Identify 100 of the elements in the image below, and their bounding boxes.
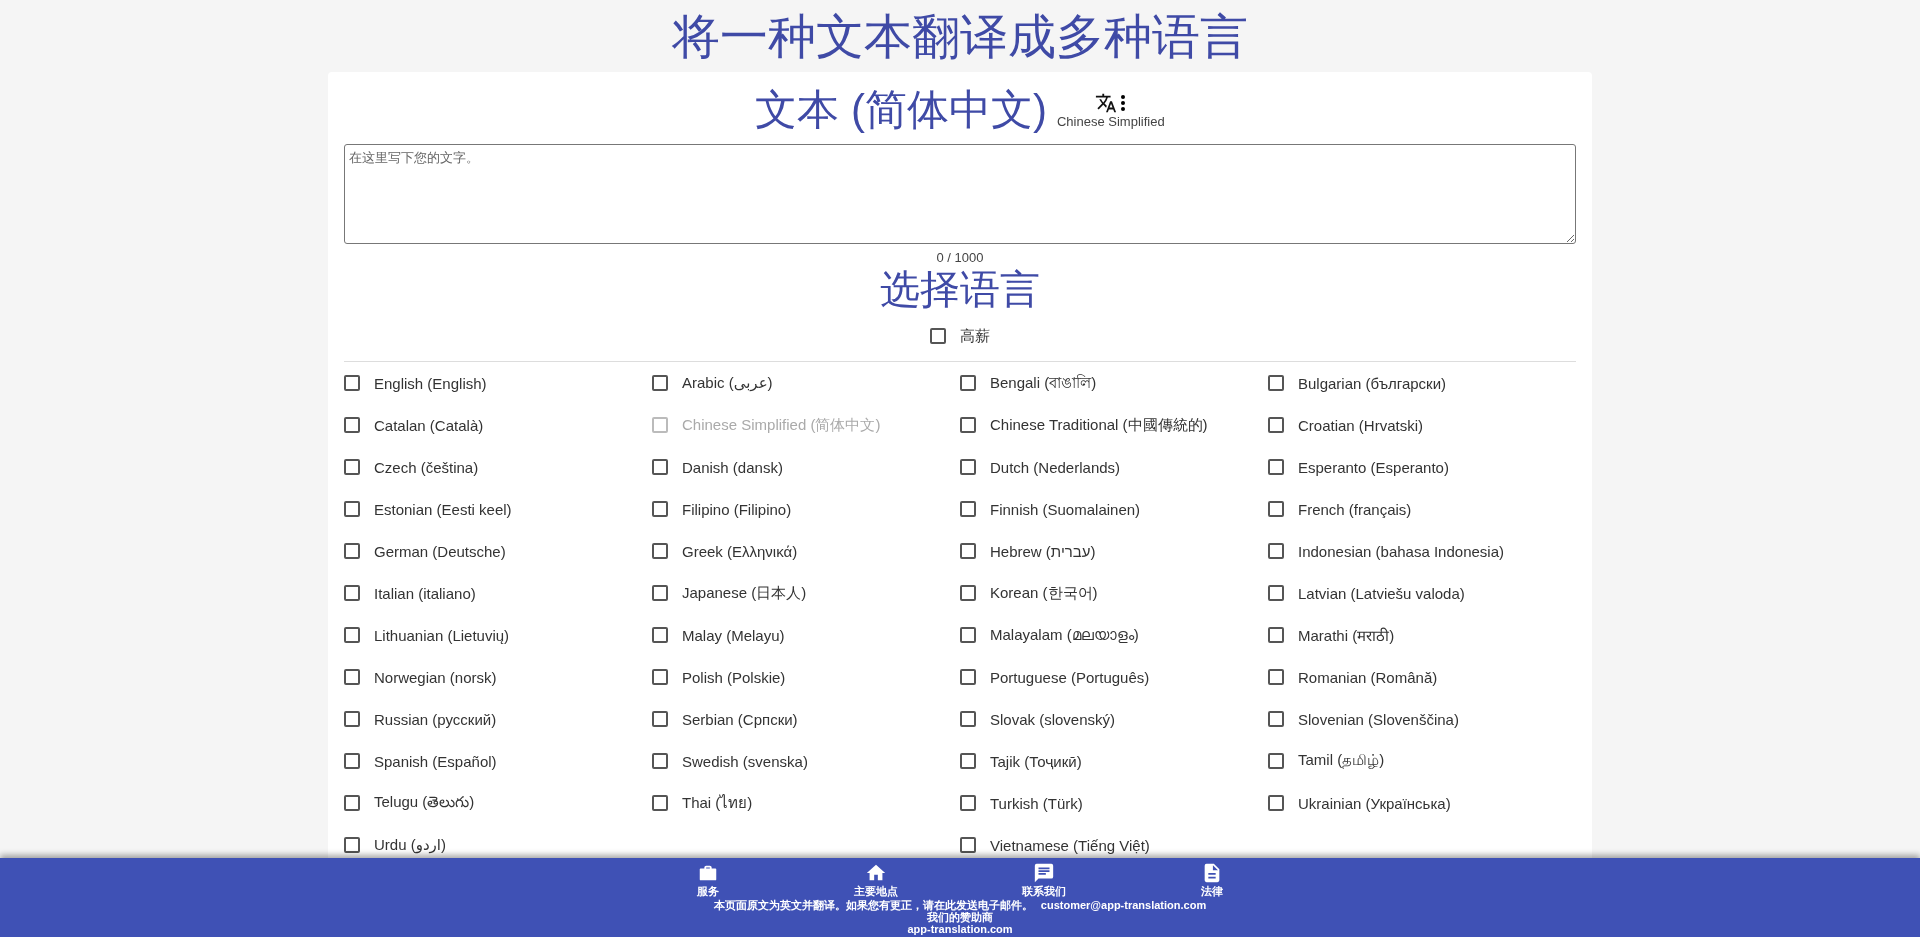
select-all-label: 高薪 [960,326,990,346]
language-label: Ukrainian (Українська) [1298,794,1451,812]
checkbox[interactable] [1268,417,1284,433]
checkbox[interactable] [1268,795,1284,811]
checkbox[interactable] [344,543,360,559]
language-label: Spanish (Español) [374,752,497,770]
text-input-field[interactable]: 在这里写下您的文字。 [344,144,1576,244]
footer-link[interactable]: 主要地点 [840,862,912,899]
checkbox[interactable] [960,711,976,727]
checkbox[interactable] [344,585,360,601]
language-label: Tamil (தமிழ்) [1298,751,1385,771]
checkbox[interactable] [960,375,976,391]
checkbox[interactable] [960,753,976,769]
checkbox[interactable] [960,669,976,685]
checkbox[interactable] [960,795,976,811]
more-icon[interactable] [1118,92,1127,113]
language-label: Slovenian (Slovenščina) [1298,710,1459,728]
language-label: Romanian (Română) [1298,668,1438,686]
language-label: German (Deutsche) [374,542,506,560]
checkbox[interactable] [960,585,976,601]
language-label: Filipino (Filipino) [682,500,792,518]
checkbox[interactable] [652,459,668,475]
language-label: Vietnamese (Tiếng Việt) [990,836,1150,854]
checkbox[interactable] [1268,627,1284,643]
sponsors-title: 我们的赞助商 [927,911,993,923]
checkbox[interactable] [344,501,360,517]
language-label: French (français) [1298,500,1412,518]
language-label: Swedish (svenska) [682,752,808,770]
language-label: Latvian (Latviešu valoda) [1298,584,1465,602]
language-label: Telugu (తెలుగు) [374,792,475,812]
language-label: Finnish (Suomalainen) [990,500,1141,518]
checkbox[interactable] [344,795,360,811]
email-link[interactable]: customer@app-translation.com [1040,899,1207,911]
language-label: Bengali (বাঙালি) [990,372,1097,393]
language-label: Catalan (Català) [374,416,484,434]
checkbox[interactable] [344,417,360,433]
checkbox[interactable] [1268,375,1284,391]
checkbox[interactable] [652,501,668,517]
checkbox[interactable] [1268,753,1284,769]
checkbox[interactable] [344,459,360,475]
checkbox[interactable] [930,328,946,344]
language-label: Esperanto (Esperanto) [1298,458,1449,476]
checkbox[interactable] [344,375,360,391]
correction-notice: 本页面原文为英文并翻译。如果您有更正，请在此发送电子邮件。 [713,899,1033,911]
language-label: Chinese Simplified (简体中文) [682,415,881,435]
language-label: Malayalam (മലയാളം) [990,626,1139,644]
language-label: Italian (italiano) [374,584,476,602]
checkbox[interactable] [960,837,976,853]
checkbox[interactable] [1268,459,1284,475]
sponsor-link[interactable]: app-translation.com [907,923,1013,935]
language-label: Polish (Polskie) [682,668,786,686]
checkbox[interactable] [652,543,668,559]
language-label: Hebrew (עברית) [990,542,1096,560]
language-label: English (English) [374,374,487,392]
checkbox[interactable] [652,375,668,391]
language-label: Korean (한국어) [990,583,1098,603]
checkbox[interactable] [652,669,668,685]
checkbox[interactable] [344,837,360,853]
page-title: 将一种文本翻译成多种语言 [671,9,1249,65]
language-label: Lithuanian (Lietuvių) [374,626,510,644]
checkbox[interactable] [960,543,976,559]
checkbox[interactable] [1268,543,1284,559]
chat-icon [1033,862,1055,884]
language-label: Turkish (Türk) [990,794,1083,812]
checkbox[interactable] [344,627,360,643]
language-label: Russian (русский) [374,710,497,728]
checkbox[interactable] [960,501,976,517]
language-label: Chinese Simplified [1057,113,1165,129]
language-label: Serbian (Српски) [682,710,798,728]
language-label: Portuguese (Português) [990,668,1150,686]
language-label: Greek (Ελληνικά) [682,542,798,560]
translate-icon[interactable] [1094,91,1117,114]
source-title: 文本 (简体中文) [755,85,1047,135]
checkbox[interactable] [652,585,668,601]
target-title: 选择语言 [879,266,1041,313]
checkbox[interactable] [652,711,668,727]
language-label: Urdu (اردو) [374,836,447,854]
language-label: Czech (čeština) [374,458,479,476]
checkbox[interactable] [960,459,976,475]
checkbox[interactable] [652,627,668,643]
footer-link[interactable]: 联系我们 [1008,862,1080,899]
checkbox[interactable] [344,753,360,769]
checkbox[interactable] [1268,669,1284,685]
footer-link[interactable]: 服务 [672,862,744,899]
footer-link[interactable]: 法律 [1176,862,1248,899]
language-label: Slovak (slovenský) [990,710,1116,728]
language-label: Bulgarian (български) [1298,374,1447,392]
checkbox[interactable] [1268,711,1284,727]
checkbox[interactable] [344,669,360,685]
checkbox[interactable] [652,795,668,811]
language-label: Norwegian (norsk) [374,668,497,686]
checkbox[interactable] [960,417,976,433]
checkbox[interactable] [652,753,668,769]
language-label: Malay (Melayu) [682,626,785,644]
checkbox[interactable] [1268,585,1284,601]
language-label: Dutch (Nederlands) [990,458,1121,476]
checkbox[interactable] [344,711,360,727]
language-label: Chinese Traditional (中國傳統的) [990,415,1208,435]
checkbox[interactable] [1268,501,1284,517]
checkbox[interactable] [960,627,976,643]
